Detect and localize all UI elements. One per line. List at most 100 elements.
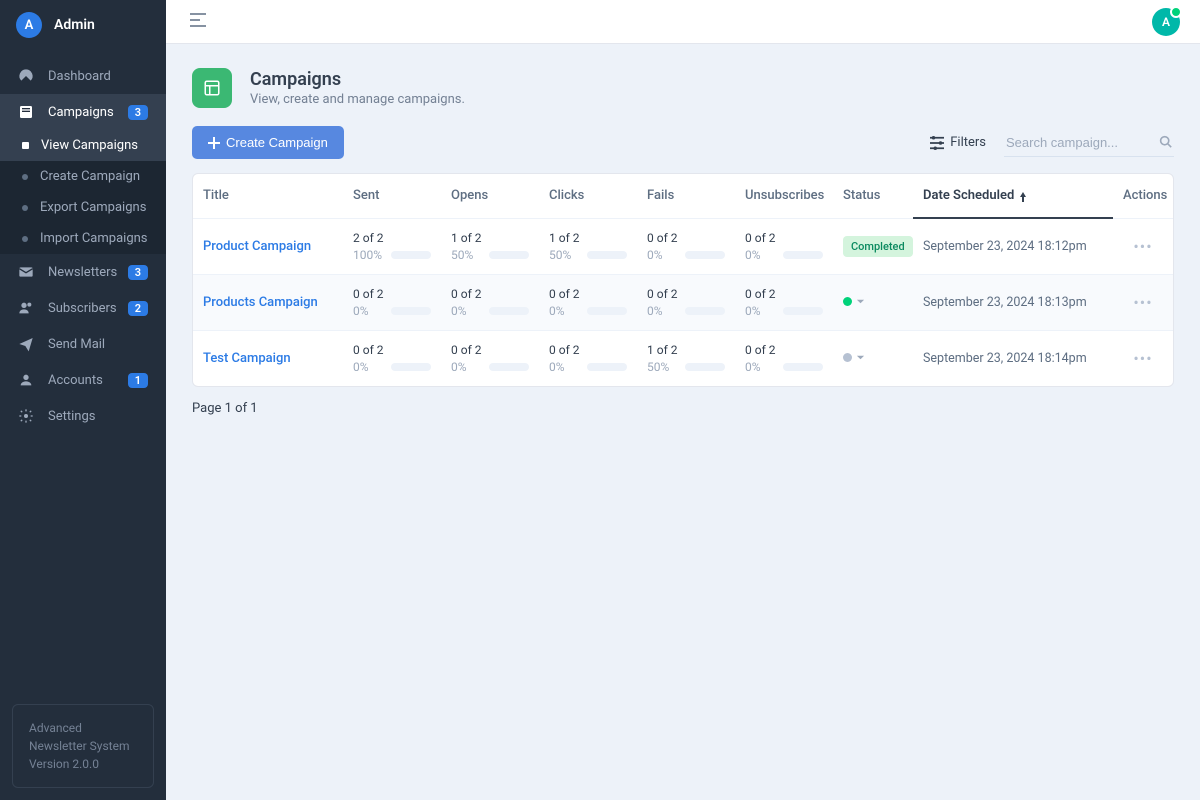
sidebar-sub-import-campaigns[interactable]: Import Campaigns bbox=[0, 223, 166, 254]
plus-icon bbox=[208, 137, 220, 149]
page-header: Campaigns View, create and manage campai… bbox=[192, 68, 1174, 108]
sidebar-sub-label: Import Campaigns bbox=[40, 231, 148, 246]
row-actions-button[interactable]: ••• bbox=[1113, 274, 1173, 330]
col-status[interactable]: Status bbox=[833, 174, 913, 218]
sidebar-nav: Dashboard Campaigns 3View Campaigns Creat… bbox=[0, 50, 166, 692]
col-fails[interactable]: Fails bbox=[637, 174, 735, 218]
filters-button[interactable]: Filters bbox=[930, 135, 986, 150]
sidebar-item-label: Newsletters bbox=[48, 265, 128, 280]
sidebar-sub-view-campaigns[interactable]: View Campaigns bbox=[0, 130, 166, 161]
sidebar-item-send-mail[interactable]: Send Mail bbox=[0, 326, 166, 362]
metric-bar: 0% bbox=[549, 304, 627, 318]
progress-track bbox=[685, 363, 725, 371]
row-actions-button[interactable]: ••• bbox=[1113, 218, 1173, 274]
toolbar: Create Campaign Filters bbox=[192, 126, 1174, 159]
sidebar-item-settings[interactable]: Settings bbox=[0, 398, 166, 434]
table-row: Products Campaign 0 of 2 0% 0 of 2 0% 0 o… bbox=[193, 274, 1173, 330]
metric-count: 0 of 2 bbox=[353, 287, 431, 301]
sidebar-item-newsletters[interactable]: Newsletters 3 bbox=[0, 254, 166, 290]
main: A Campaigns View, create and manage camp… bbox=[166, 0, 1200, 800]
table-header-row: TitleSentOpensClicksFailsUnsubscribesSta… bbox=[193, 174, 1173, 218]
sidebar-item-dashboard[interactable]: Dashboard bbox=[0, 58, 166, 94]
chevron-down-icon bbox=[856, 353, 865, 362]
metric-percent: 50% bbox=[647, 360, 677, 374]
brand-name: Admin bbox=[54, 17, 95, 33]
status-badge: Completed bbox=[843, 236, 913, 257]
campaigns-table: TitleSentOpensClicksFailsUnsubscribesSta… bbox=[193, 174, 1173, 386]
progress-track bbox=[783, 307, 823, 315]
user-avatar[interactable]: A bbox=[1152, 8, 1180, 36]
metric-count: 0 of 2 bbox=[549, 287, 627, 301]
col-clicks[interactable]: Clicks bbox=[539, 174, 637, 218]
metric-percent: 100% bbox=[353, 248, 383, 262]
progress-track bbox=[685, 251, 725, 259]
metric-percent: 0% bbox=[353, 304, 383, 318]
col-opens[interactable]: Opens bbox=[441, 174, 539, 218]
metric-count: 2 of 2 bbox=[353, 231, 431, 245]
metric-percent: 0% bbox=[745, 304, 775, 318]
progress-track bbox=[587, 307, 627, 315]
metric-count: 0 of 2 bbox=[745, 287, 823, 301]
metric-count: 0 of 2 bbox=[647, 287, 725, 301]
people-icon bbox=[18, 300, 34, 316]
col-unsubscribes[interactable]: Unsubscribes bbox=[735, 174, 833, 218]
campaigns-table-card: TitleSentOpensClicksFailsUnsubscribesSta… bbox=[192, 173, 1174, 387]
progress-track bbox=[489, 251, 529, 259]
sidebar-sub-label: Create Campaign bbox=[40, 169, 140, 184]
toolbar-right: Filters bbox=[930, 129, 1174, 157]
sidebar-sub-label: Export Campaigns bbox=[40, 200, 146, 215]
sidebar-item-accounts[interactable]: Accounts 1 bbox=[0, 362, 166, 398]
col-sent[interactable]: Sent bbox=[343, 174, 441, 218]
page-icon bbox=[192, 68, 232, 108]
progress-track bbox=[489, 307, 529, 315]
status-dot-icon bbox=[843, 353, 852, 362]
campaign-title-link[interactable]: Product Campaign bbox=[203, 239, 311, 254]
status-dropdown[interactable] bbox=[843, 353, 865, 362]
metric-bar: 50% bbox=[647, 360, 725, 374]
metric-percent: 50% bbox=[549, 248, 579, 262]
status-dropdown[interactable] bbox=[843, 297, 865, 306]
metric-count: 1 of 2 bbox=[647, 343, 725, 357]
metric-percent: 0% bbox=[451, 360, 481, 374]
sidebar-item-label: Subscribers bbox=[48, 301, 128, 316]
brand[interactable]: A Admin bbox=[0, 0, 166, 50]
progress-track bbox=[391, 251, 431, 259]
col-date-scheduled[interactable]: Date Scheduled bbox=[913, 174, 1113, 218]
campaign-title-link[interactable]: Test Campaign bbox=[203, 351, 291, 366]
bullet-icon bbox=[22, 174, 28, 180]
metric-percent: 0% bbox=[353, 360, 383, 374]
campaign-title-link[interactable]: Products Campaign bbox=[203, 295, 318, 310]
metric-percent: 0% bbox=[451, 304, 481, 318]
progress-track bbox=[587, 363, 627, 371]
search-icon[interactable] bbox=[1159, 135, 1172, 152]
sidebar-item-label: Campaigns bbox=[48, 105, 128, 120]
sidebar-item-label: Dashboard bbox=[48, 69, 148, 84]
accounts-icon bbox=[18, 372, 34, 388]
metric-bar: 100% bbox=[353, 248, 431, 262]
progress-track bbox=[783, 363, 823, 371]
create-campaign-button[interactable]: Create Campaign bbox=[192, 126, 344, 159]
search-input[interactable] bbox=[1004, 129, 1174, 157]
metric-count: 0 of 2 bbox=[549, 343, 627, 357]
bullet-icon bbox=[22, 205, 28, 211]
search-wrap bbox=[1004, 129, 1174, 157]
metric-bar: 0% bbox=[353, 360, 431, 374]
menu-toggle-icon[interactable] bbox=[186, 9, 210, 35]
topbar: A bbox=[166, 0, 1200, 44]
col-title[interactable]: Title bbox=[193, 174, 343, 218]
date-scheduled: September 23, 2024 18:12pm bbox=[923, 239, 1087, 254]
metric-count: 0 of 2 bbox=[451, 287, 529, 301]
metric-count: 1 of 2 bbox=[451, 231, 529, 245]
sidebar-item-campaigns[interactable]: Campaigns 3 bbox=[0, 94, 166, 130]
metric-bar: 0% bbox=[745, 304, 823, 318]
col-actions[interactable]: Actions bbox=[1113, 174, 1173, 218]
metric-percent: 0% bbox=[549, 304, 579, 318]
sidebar-footer: Advanced Newsletter System Version 2.0.0 bbox=[12, 704, 154, 788]
row-actions-button[interactable]: ••• bbox=[1113, 330, 1173, 386]
progress-track bbox=[391, 363, 431, 371]
sidebar-item-subscribers[interactable]: Subscribers 2 bbox=[0, 290, 166, 326]
metric-count: 0 of 2 bbox=[451, 343, 529, 357]
sidebar: A Admin Dashboard Campaigns 3View Campai… bbox=[0, 0, 166, 800]
sidebar-sub-create-campaign[interactable]: Create Campaign bbox=[0, 161, 166, 192]
sidebar-sub-export-campaigns[interactable]: Export Campaigns bbox=[0, 192, 166, 223]
